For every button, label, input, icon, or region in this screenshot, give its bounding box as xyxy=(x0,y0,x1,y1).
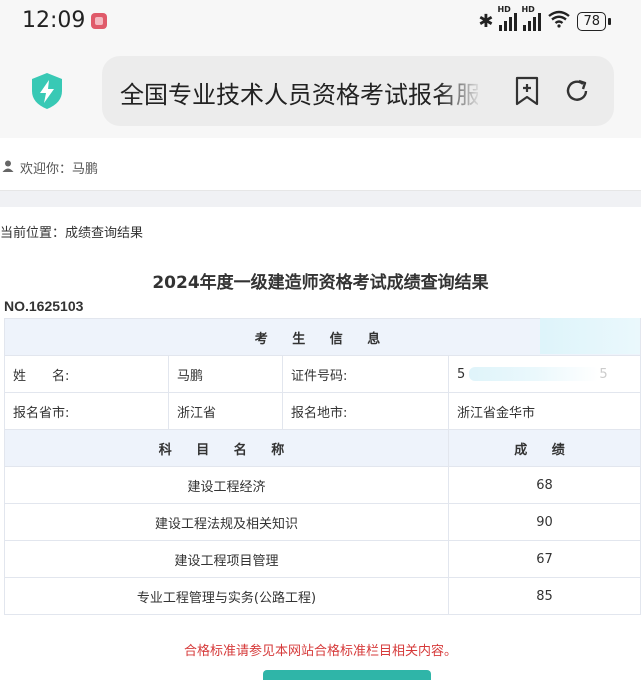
action-button[interactable] xyxy=(263,670,431,680)
url-text[interactable]: 全国专业技术人员资格考试报名服 xyxy=(120,75,478,110)
id-value-start: 5 xyxy=(457,366,466,382)
welcome-text: 欢迎你：马鹏 xyxy=(20,162,99,177)
score-table: 考 生 信 息 姓 名: 马鹏 证件号码: 5 5 报名省市: 浙江省 报名地市… xyxy=(3,318,641,615)
breadcrumb: 当前位置：成绩查询结果 xyxy=(0,226,144,241)
score-header: 成 绩 xyxy=(447,429,641,467)
subject-header: 科 目 名 称 xyxy=(4,429,449,467)
reload-icon[interactable] xyxy=(562,76,592,106)
bookmark-add-icon[interactable] xyxy=(514,76,540,106)
subject-score: 85 xyxy=(447,577,641,615)
province-value: 浙江省 xyxy=(168,392,283,430)
table-row: 姓 名: 马鹏 证件号码: 5 5 xyxy=(4,355,641,393)
bluetooth-icon: ✱ xyxy=(478,10,494,32)
subject-name: 建设工程法规及相关知识 xyxy=(4,503,449,541)
name-value: 马鹏 xyxy=(168,355,283,393)
clock: 12:09 xyxy=(22,8,86,33)
browser-toolbar: 全国专业技术人员资格考试报名服 xyxy=(0,44,641,138)
redacted-blur xyxy=(469,367,600,381)
id-value: 5 5 xyxy=(447,355,641,393)
divider xyxy=(0,190,641,207)
table-row: 建设工程经济 68 xyxy=(4,466,641,504)
app-notification-icon xyxy=(91,13,107,29)
address-bar[interactable]: 全国专业技术人员资格考试报名服 xyxy=(102,56,614,126)
status-bar: 12:09 ✱ HD HD 78 xyxy=(0,0,641,44)
signal-hd-label: HD xyxy=(521,5,535,14)
location-value: 浙江省金华市 xyxy=(447,392,641,430)
table-row: 科 目 名 称 成 绩 xyxy=(4,429,641,467)
table-row: 建设工程项目管理 67 xyxy=(4,540,641,578)
subject-name: 专业工程管理与实务(公路工程) xyxy=(4,577,449,615)
id-label: 证件号码: xyxy=(282,355,449,393)
location-label: 报名地市: xyxy=(282,392,449,430)
subject-score: 68 xyxy=(447,466,641,504)
subject-score: 90 xyxy=(447,503,641,541)
redacted-blur xyxy=(540,318,640,354)
id-value-end: 5 xyxy=(599,366,608,382)
table-row: 报名省市: 浙江省 报名地市: 浙江省金华市 xyxy=(4,392,641,430)
result-number: NO.1625103 xyxy=(4,298,84,314)
page-title: 2024年度一级建造师资格考试成绩查询结果 xyxy=(152,273,489,293)
pass-standard-note: 合格标准请参见本网站合格标准栏目相关内容。 xyxy=(183,644,457,659)
signal-hd-label: HD xyxy=(497,5,511,14)
table-row: 专业工程管理与实务(公路工程) 85 xyxy=(4,577,641,615)
subject-name: 建设工程经济 xyxy=(4,466,449,504)
table-row: 建设工程法规及相关知识 90 xyxy=(4,503,641,541)
signal-icon: HD xyxy=(497,5,518,31)
user-icon xyxy=(2,160,14,172)
subject-name: 建设工程项目管理 xyxy=(4,540,449,578)
status-icons: ✱ HD HD 78 xyxy=(478,5,611,32)
subject-score: 67 xyxy=(447,540,641,578)
province-label: 报名省市: xyxy=(4,392,169,430)
battery-tip xyxy=(608,17,611,25)
welcome-bar: 欢迎你：马鹏 xyxy=(0,138,641,190)
shield-bolt-icon[interactable] xyxy=(30,72,64,110)
signal-icon: HD xyxy=(521,5,542,31)
name-label: 姓 名: xyxy=(4,355,169,393)
wifi-icon xyxy=(547,10,571,32)
battery-icon: 78 xyxy=(577,11,606,31)
url-fade xyxy=(438,70,482,110)
